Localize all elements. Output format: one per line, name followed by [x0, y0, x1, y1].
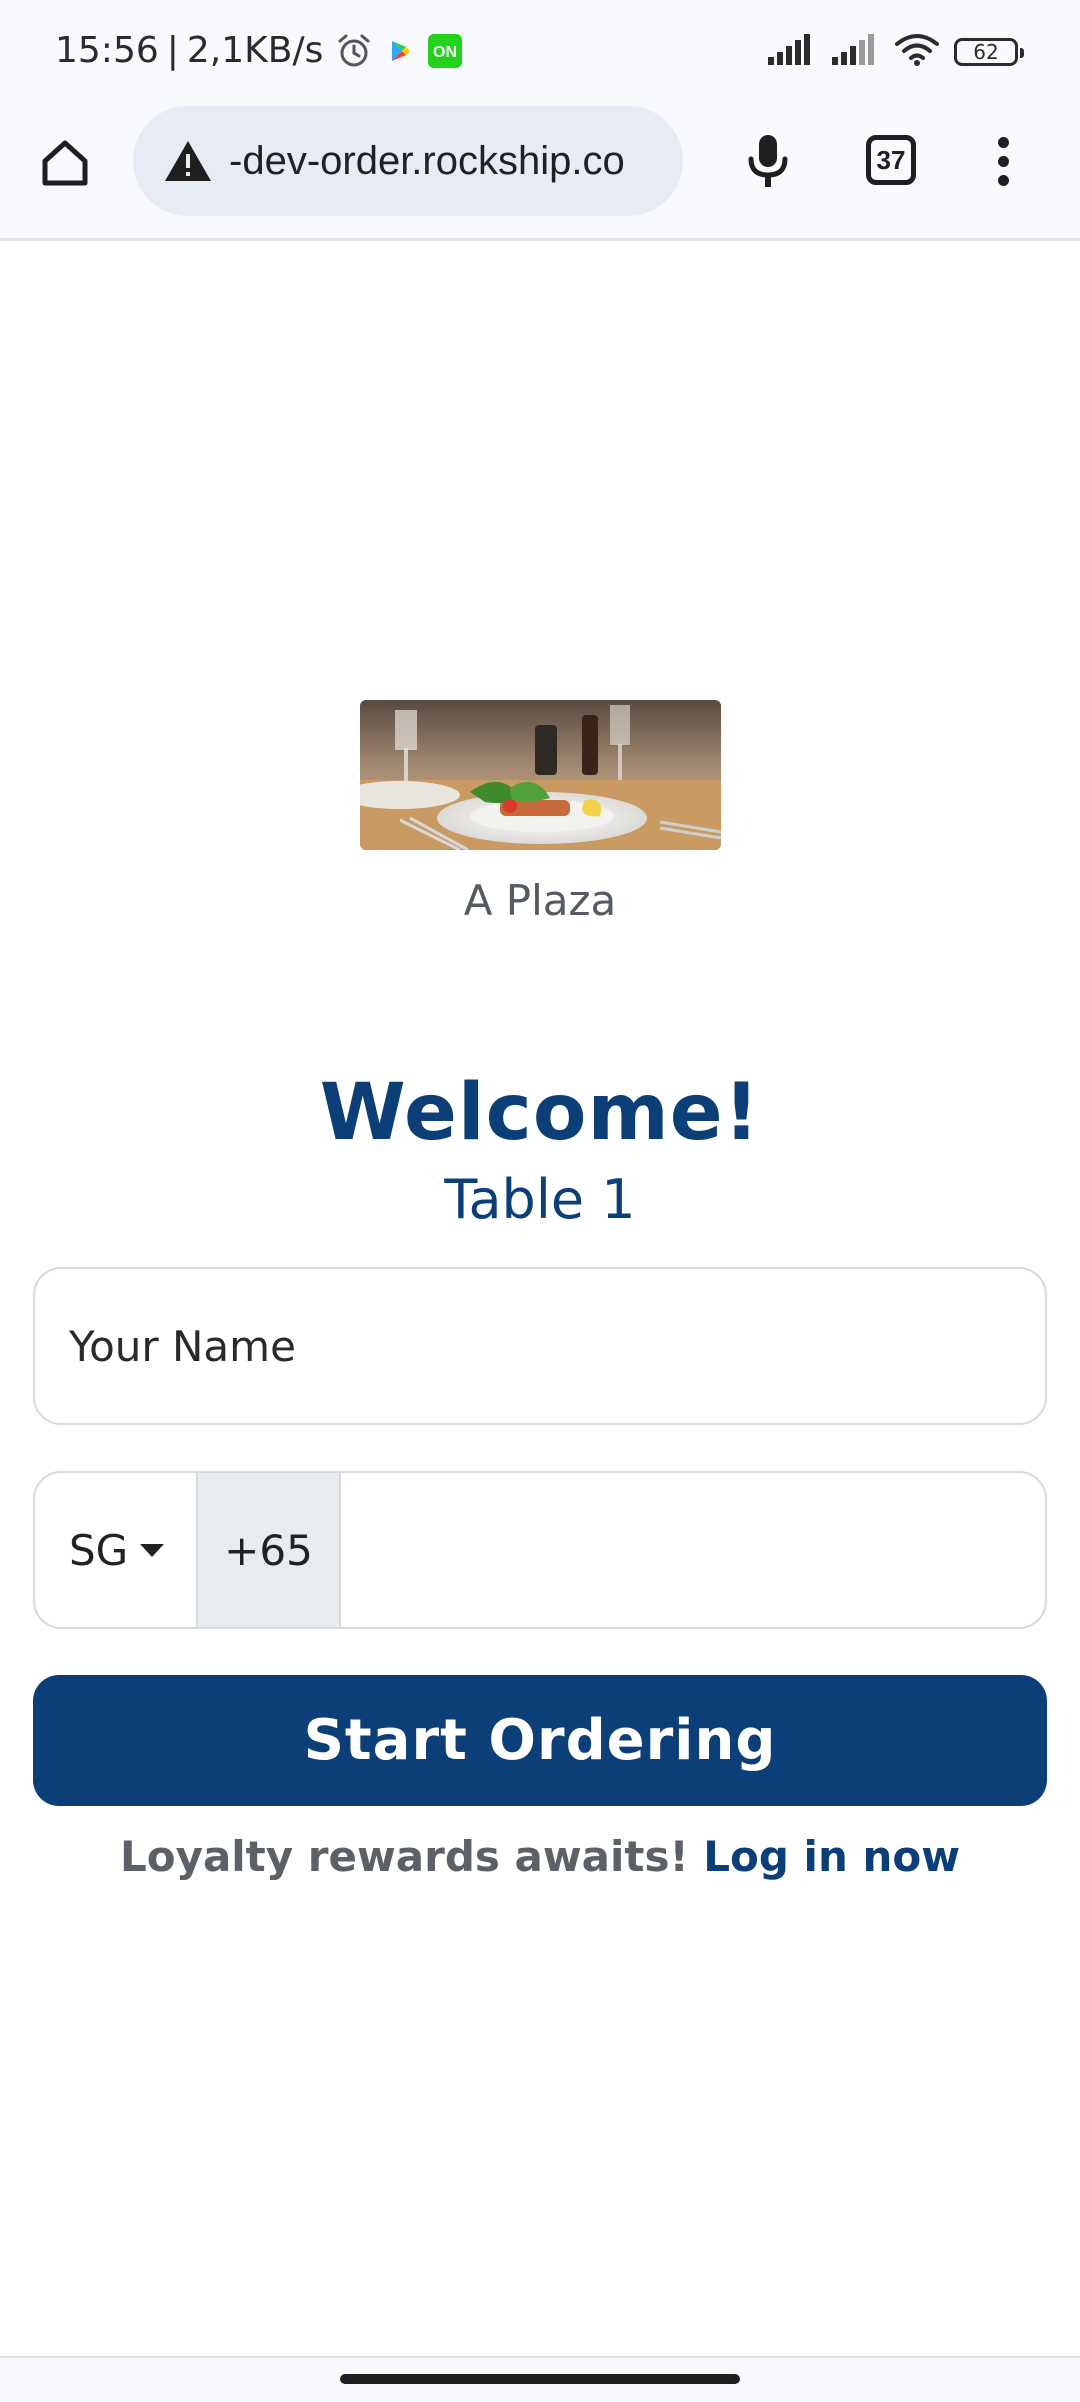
- phone-field-group: SG +65: [33, 1471, 1047, 1629]
- phone-input[interactable]: [341, 1473, 1045, 1627]
- system-nav-bar: [0, 2356, 1080, 2402]
- start-ordering-button[interactable]: Start Ordering: [33, 1675, 1047, 1806]
- status-right: 62: [766, 32, 1024, 71]
- dial-code: +65: [198, 1473, 341, 1627]
- loyalty-prompt: Loyalty rewards awaits! Log in now: [0, 1832, 1080, 1881]
- mic-icon[interactable]: [733, 126, 803, 196]
- login-link[interactable]: Log in now: [703, 1832, 960, 1881]
- restaurant-photo: [360, 700, 721, 850]
- table-label: Table 1: [444, 1168, 636, 1231]
- status-bar: 15:56 | 2,1KB/s ON 62: [0, 0, 1080, 100]
- browser-toolbar: -dev-order.rockship.co 37: [0, 100, 1080, 241]
- warning-icon[interactable]: [161, 134, 215, 188]
- battery-icon: 62: [954, 37, 1024, 66]
- signal-icon: [830, 33, 880, 70]
- loyalty-text: Loyalty rewards awaits!: [119, 1832, 689, 1881]
- menu-icon[interactable]: [975, 126, 1031, 196]
- name-input[interactable]: [33, 1267, 1047, 1425]
- svg-text:ON: ON: [433, 44, 457, 61]
- signal-icon: [766, 33, 816, 70]
- tabs-icon[interactable]: 37: [866, 135, 916, 185]
- home-icon[interactable]: [30, 128, 100, 198]
- url-bar[interactable]: -dev-order.rockship.co: [133, 106, 683, 216]
- home-indicator[interactable]: [340, 2374, 740, 2384]
- country-code: SG: [69, 1525, 129, 1575]
- restaurant-name: A Plaza: [463, 876, 617, 925]
- caret-down-icon: [140, 1543, 165, 1557]
- welcome-title: Welcome!: [319, 1068, 761, 1158]
- status-net-speed: 2,1KB/s: [186, 30, 324, 71]
- status-left: 15:56 | 2,1KB/s ON: [55, 30, 463, 71]
- wifi-icon: [894, 32, 940, 71]
- status-time: 15:56: [55, 30, 159, 71]
- on-app-icon: ON: [427, 33, 463, 69]
- play-store-icon: [385, 36, 415, 66]
- url-text[interactable]: -dev-order.rockship.co: [229, 139, 625, 184]
- alarm-icon: [335, 32, 373, 70]
- country-select[interactable]: SG: [35, 1473, 198, 1627]
- status-separator: |: [166, 30, 179, 71]
